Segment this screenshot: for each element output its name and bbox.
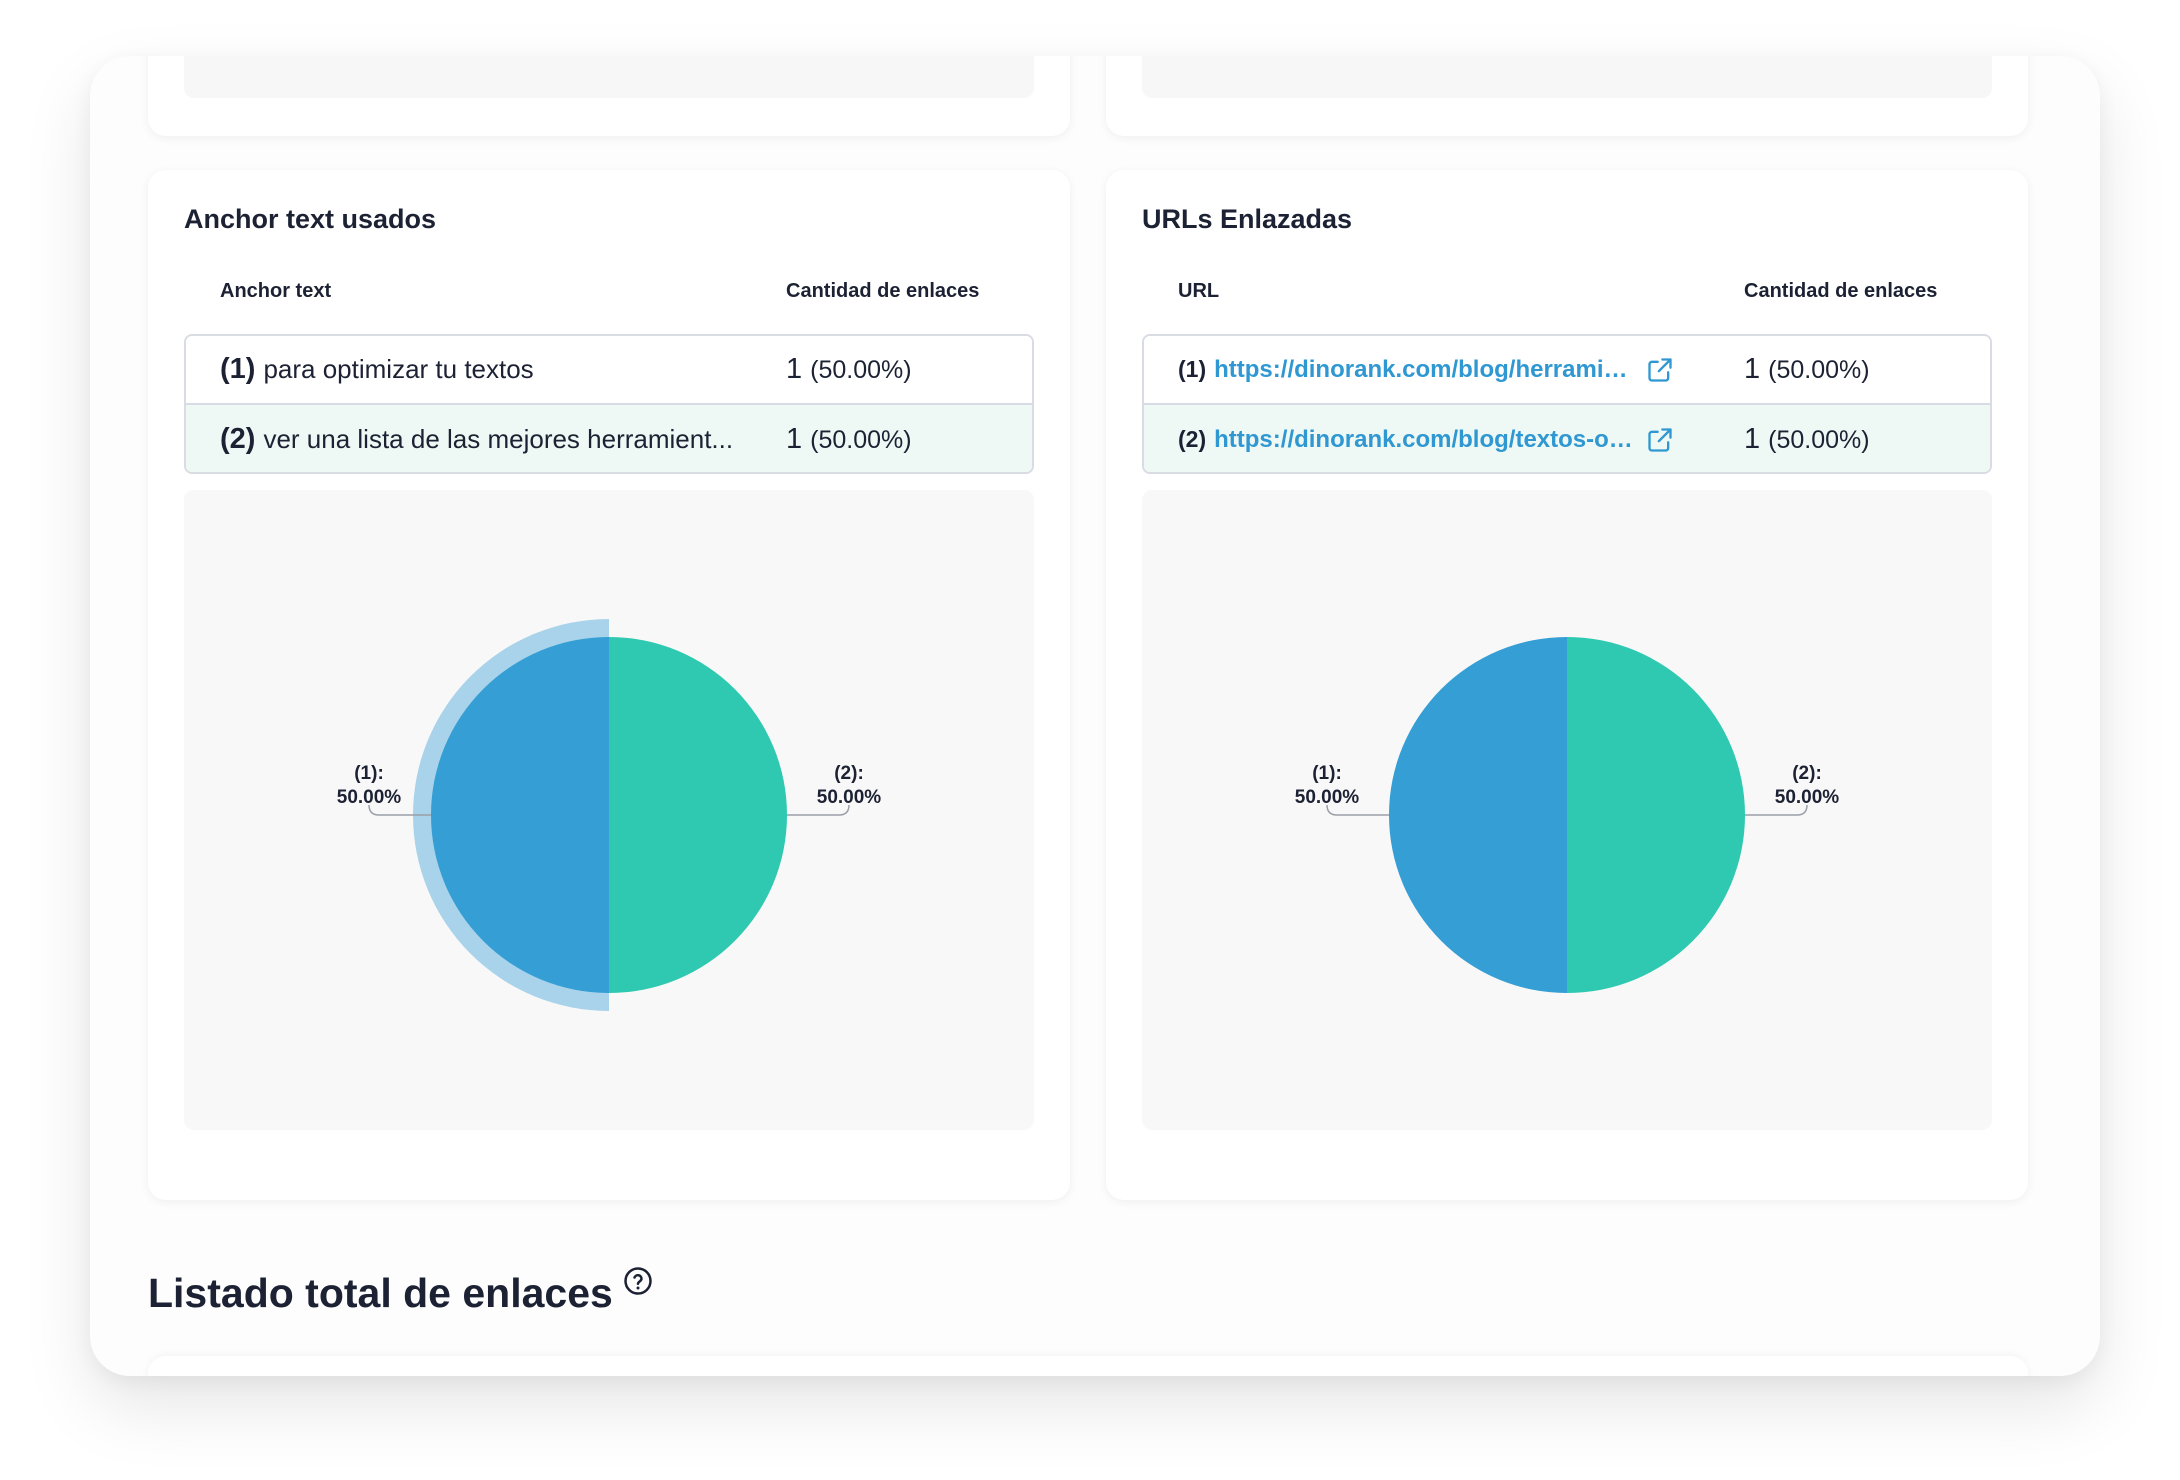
table-row[interactable]: (1) para optimizar tu textos 1 (50.00%) <box>186 336 1032 405</box>
anchor-cell: (1) para optimizar tu textos <box>220 353 760 386</box>
table-row[interactable]: (1) https://dinorank.com/blog/herramie..… <box>1144 336 1990 405</box>
pie-slice[interactable] <box>1389 637 1567 993</box>
anchor-text: ver una lista de las mejores herramient.… <box>263 424 734 454</box>
link-count: 1 <box>786 423 803 455</box>
link-count: 1 <box>786 353 803 385</box>
urls-table: (1) https://dinorank.com/blog/herramie..… <box>1142 334 1992 474</box>
anchor-count-column-header: Cantidad de enlaces <box>786 280 980 302</box>
app-window: Anchor text usados Anchor text Cantidad … <box>90 56 2100 1376</box>
external-link-icon[interactable] <box>1646 426 1674 454</box>
url-cell: (2) https://dinorank.com/blog/textos-op.… <box>1178 426 1718 454</box>
urls-card-title: URLs Enlazadas <box>1142 204 1353 234</box>
anchor-column-header: Anchor text <box>220 280 332 302</box>
pie-label-value: 50.00% <box>337 787 402 808</box>
count-cell: 1 (50.00%) <box>786 423 912 456</box>
link-percent: (50.00%) <box>810 356 912 384</box>
pie-slice[interactable] <box>609 637 787 993</box>
url-link[interactable]: https://dinorank.com/blog/herramie... <box>1214 356 1634 384</box>
anchor-card-title: Anchor text usados <box>184 204 437 234</box>
pie-label-key: (2): <box>834 763 864 784</box>
external-link-icon[interactable] <box>1646 356 1674 384</box>
anchor-text-card: Anchor text usados Anchor text Cantidad … <box>148 170 1070 1200</box>
count-cell: 1 (50.00%) <box>1744 423 1870 456</box>
top-right-card-content <box>1142 56 1992 98</box>
listado-title-text: Listado total de enlaces <box>148 1270 613 1316</box>
listado-section-title: Listado total de enlaces <box>148 1267 653 1317</box>
row-index: (1) <box>1178 356 1207 382</box>
count-cell: 1 (50.00%) <box>1744 353 1870 386</box>
pie-label-value: 50.00% <box>817 787 882 808</box>
table-row[interactable]: (2) ver una lista de las mejores herrami… <box>186 405 1032 472</box>
help-icon[interactable] <box>623 1266 653 1296</box>
link-count: 1 <box>1744 423 1761 455</box>
anchor-cell: (2) ver una lista de las mejores herrami… <box>220 423 760 456</box>
top-left-card-content <box>184 56 1034 98</box>
pie-label-key: (2): <box>1792 763 1822 784</box>
urls-card: URLs Enlazadas URL Cantidad de enlaces (… <box>1106 170 2028 1200</box>
urls-pie-chart-container: (1): 50.00% (2): 50.00% <box>1142 490 1992 1130</box>
anchor-text: para optimizar tu textos <box>263 354 534 384</box>
table-row[interactable]: (2) https://dinorank.com/blog/textos-op.… <box>1144 405 1990 472</box>
url-link[interactable]: https://dinorank.com/blog/textos-op... <box>1214 426 1634 454</box>
pie-label-value: 50.00% <box>1775 787 1840 808</box>
link-percent: (50.00%) <box>810 426 912 454</box>
top-left-card <box>148 56 1070 136</box>
link-count: 1 <box>1744 353 1761 385</box>
link-percent: (50.00%) <box>1768 356 1870 384</box>
pie-slice[interactable] <box>431 637 609 993</box>
row-index: (2) <box>1178 426 1207 452</box>
url-column-header: URL <box>1178 280 1220 302</box>
link-percent: (50.00%) <box>1768 426 1870 454</box>
url-cell: (1) https://dinorank.com/blog/herramie..… <box>1178 356 1718 384</box>
listado-table-card <box>148 1356 2028 1376</box>
top-right-card <box>1106 56 2028 136</box>
pie-label-key: (1): <box>354 763 384 784</box>
url-count-column-header: Cantidad de enlaces <box>1744 280 1938 302</box>
row-index: (1) <box>220 353 256 385</box>
urls-pie-chart[interactable]: (1): 50.00% (2): 50.00% <box>1142 490 1992 1130</box>
anchor-pie-chart[interactable]: (1): 50.00% (2): 50.00% <box>184 490 1034 1130</box>
count-cell: 1 (50.00%) <box>786 353 912 386</box>
anchor-table: (1) para optimizar tu textos 1 (50.00%) … <box>184 334 1034 474</box>
pie-label-value: 50.00% <box>1295 787 1360 808</box>
row-index: (2) <box>220 423 256 455</box>
pie-slice[interactable] <box>1567 637 1745 993</box>
anchor-pie-chart-container: (1): 50.00% (2): 50.00% <box>184 490 1034 1130</box>
pie-label-key: (1): <box>1312 763 1342 784</box>
